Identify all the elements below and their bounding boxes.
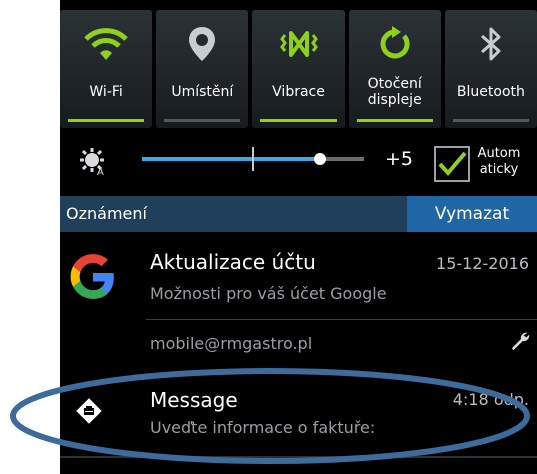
- vibrate-icon: [277, 24, 321, 64]
- tile-label: Otočení displeje: [367, 76, 422, 108]
- google-icon: [70, 254, 114, 299]
- check-icon: [438, 151, 467, 177]
- tile-rotate[interactable]: Otočení displeje: [348, 10, 441, 128]
- tile-vibrate[interactable]: Vibrace: [252, 10, 345, 128]
- notification-time: 15-12-2016: [436, 254, 529, 273]
- notification-account: mobile@rmgastro.pl: [150, 334, 313, 353]
- rotate-icon: [373, 24, 417, 64]
- notification-account-update[interactable]: Aktualizace účtu 15-12-2016 Možnosti pro…: [60, 232, 537, 372]
- bluetooth-icon: [469, 24, 513, 64]
- tile-indicator: [356, 119, 433, 122]
- brightness-offset: +5: [385, 148, 414, 170]
- notification-title: Aktualizace účtu: [150, 250, 316, 274]
- auto-brightness-label: Autom aticky: [477, 146, 521, 177]
- tile-indicator: [68, 119, 145, 122]
- wrench-icon[interactable]: [509, 330, 531, 352]
- clear-button[interactable]: Vymazat: [407, 196, 537, 232]
- brightness-auto-marker: [252, 147, 254, 171]
- brightness-row: A +5 Autom aticky: [60, 128, 537, 194]
- divider: [146, 319, 537, 320]
- brightness-fill: [142, 157, 320, 161]
- wifi-icon: [84, 24, 128, 64]
- auto-brightness-checkbox[interactable]: [434, 146, 470, 182]
- tile-label: Vibrace: [272, 84, 325, 100]
- tile-wifi[interactable]: Wi-Fi: [60, 10, 153, 128]
- tile-label: Bluetooth: [456, 84, 525, 100]
- tile-indicator: [260, 119, 337, 122]
- notifications-header: Oznámení Vymazat: [60, 196, 537, 232]
- tile-label: Umístění: [171, 84, 234, 100]
- brightness-knob[interactable]: [313, 153, 326, 165]
- tile-bluetooth[interactable]: Bluetooth: [444, 10, 537, 128]
- highlight-oval: [10, 368, 530, 464]
- tile-indicator: [164, 119, 241, 122]
- svg-text:A: A: [97, 167, 104, 176]
- location-icon: [180, 24, 224, 64]
- quick-settings: Wi-Fi Umístění Vibrace Otočení displeje …: [60, 10, 537, 128]
- brightness-slider[interactable]: [142, 147, 364, 171]
- brightness-auto-icon: A: [80, 148, 108, 178]
- tile-label: Wi-Fi: [89, 84, 123, 100]
- notifications-title: Oznámení: [66, 204, 147, 223]
- tile-location[interactable]: Umístění: [156, 10, 249, 128]
- notification-subtitle: Možnosti pro váš účet Google: [150, 284, 387, 303]
- tile-indicator: [452, 119, 530, 122]
